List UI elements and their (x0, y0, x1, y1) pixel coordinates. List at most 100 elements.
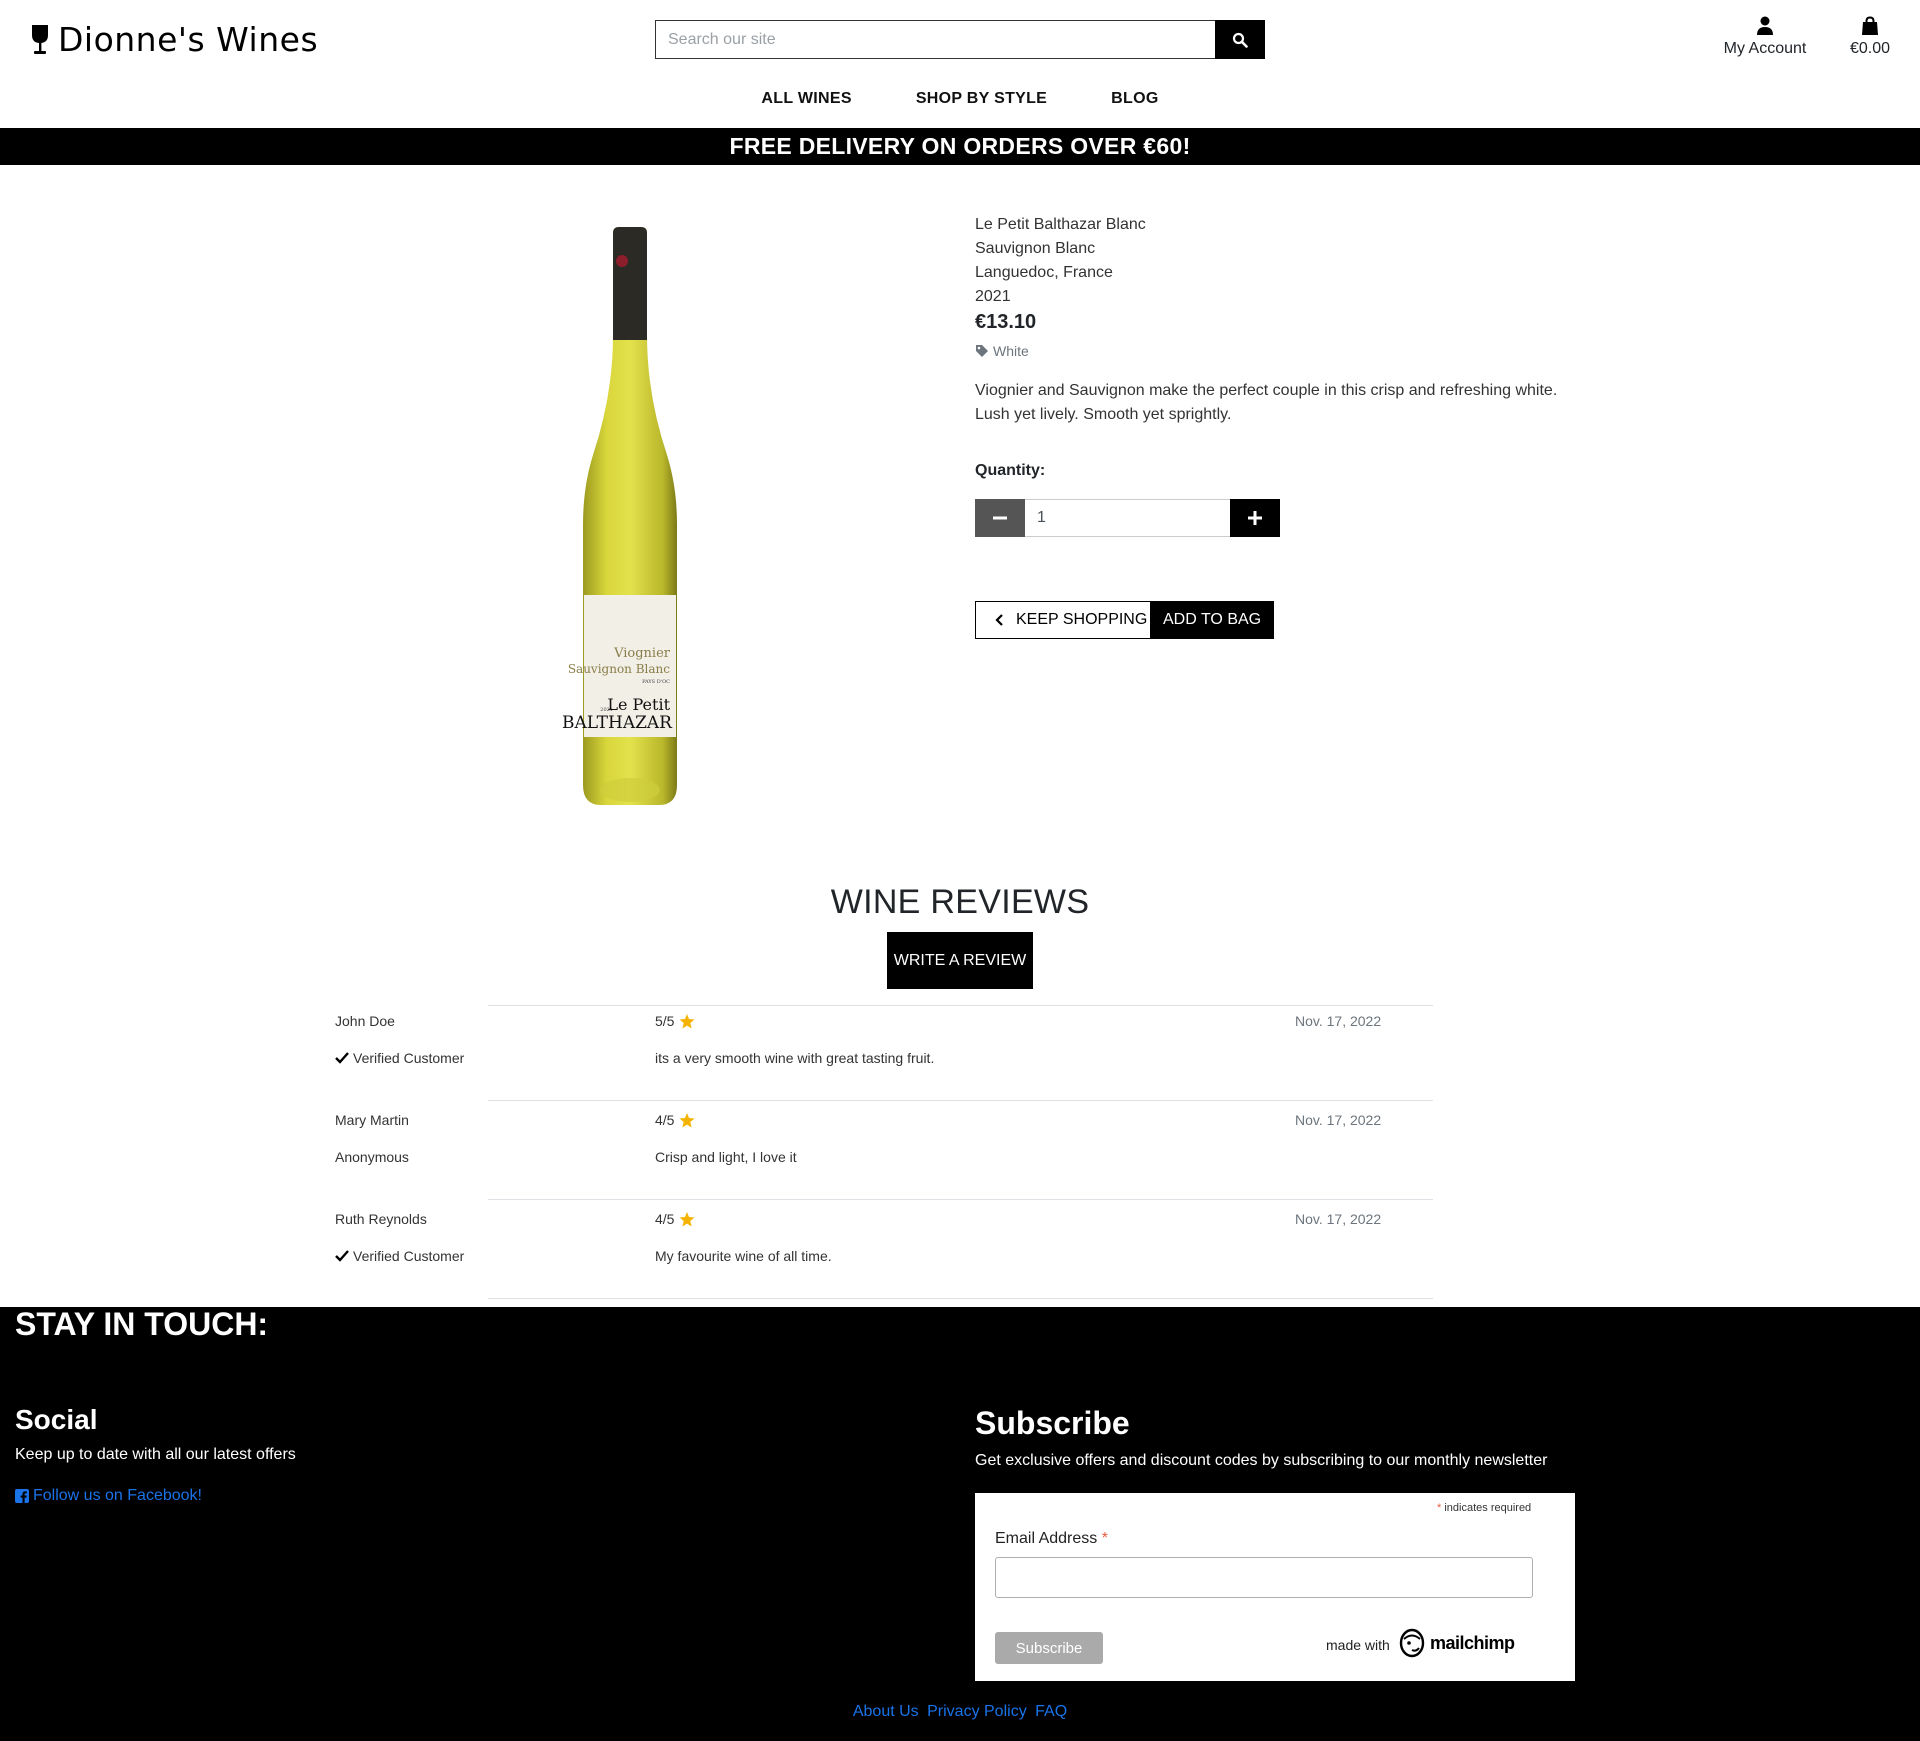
reviewer-name: Mary Martin (335, 1112, 409, 1128)
faq-link[interactable]: FAQ (1035, 1703, 1067, 1720)
shopping-bag-icon (1862, 16, 1878, 35)
reviewer-name: John Doe (335, 1013, 395, 1029)
email-field[interactable] (995, 1557, 1533, 1598)
email-label: Email Address * (995, 1530, 1108, 1548)
nav-all-wines[interactable]: ALL WINES (761, 90, 851, 108)
quantity-stepper: 1 (975, 499, 1280, 537)
label-text: PAYS D'OC (642, 679, 670, 685)
product-grape: Sauvignon Blanc (975, 240, 1096, 257)
email-label-text: Email Address (995, 1530, 1098, 1547)
bag-total: €0.00 (1849, 40, 1891, 57)
nav-shop-by-style[interactable]: SHOP BY STYLE (916, 90, 1047, 108)
product-year: 2021 (975, 288, 1011, 305)
star-icon (679, 1112, 695, 1127)
social-heading: Social (15, 1404, 98, 1435)
increment-button[interactable] (1230, 499, 1280, 537)
review-score-value: 5/5 (655, 1013, 675, 1029)
review-score: 5/5 (655, 1013, 695, 1029)
reviewer-status: Verified Customer (335, 1050, 464, 1066)
facebook-link[interactable]: Follow us on Facebook! (15, 1487, 202, 1505)
keep-shopping-label: KEEP SHOPPING (1016, 611, 1148, 628)
user-icon (1757, 16, 1773, 35)
quantity-label: Quantity: (975, 462, 1046, 479)
add-to-bag-button[interactable]: ADD TO BAG (1150, 601, 1275, 639)
review-date: Nov. 17, 2022 (1295, 1013, 1382, 1029)
mailchimp-icon (1399, 1628, 1425, 1658)
label-text: BALTHAZAR (562, 713, 673, 733)
required-asterisk: * (1437, 1502, 1442, 1514)
reviewer-name: Ruth Reynolds (335, 1211, 427, 1227)
review-score-value: 4/5 (655, 1211, 675, 1227)
review-date: Nov. 17, 2022 (1295, 1211, 1382, 1227)
keep-shopping-button[interactable]: KEEP SHOPPING (975, 601, 1161, 639)
site-logo[interactable]: Dionne's Wines (30, 20, 318, 59)
footer-title: STAY IN TOUCH: (15, 1306, 269, 1342)
review-score-value: 4/5 (655, 1112, 675, 1128)
social-subtext: Keep up to date with all our latest offe… (15, 1446, 296, 1463)
facebook-link-label: Follow us on Facebook! (33, 1487, 202, 1504)
reviewer-status: Anonymous (335, 1149, 409, 1165)
quantity-input[interactable]: 1 (1025, 499, 1230, 537)
product-price: €13.10 (975, 311, 1037, 333)
reviewer-status-label: Verified Customer (353, 1248, 465, 1264)
product-category[interactable]: White (975, 343, 1029, 359)
divider (488, 1100, 1433, 1101)
divider (488, 1199, 1433, 1200)
product-description: Viognier and Sauvignon make the perfect … (975, 379, 1595, 427)
check-icon (335, 1250, 349, 1262)
footer-links: About Us Privacy Policy FAQ (0, 1703, 1920, 1721)
facebook-icon (15, 1489, 29, 1503)
wine-glass-icon (32, 24, 48, 54)
search-form (655, 20, 1265, 59)
label-text: Le Petit (607, 695, 670, 714)
review-text: My favourite wine of all time. (655, 1248, 832, 1264)
mailchimp-logo[interactable]: mailchimp (1398, 1628, 1515, 1658)
subscribe-heading: Subscribe (975, 1405, 1130, 1441)
chevron-left-icon (995, 614, 1003, 626)
logo-text: Dionne's Wines (58, 20, 319, 59)
nav-blog[interactable]: BLOG (1111, 90, 1158, 108)
search-button[interactable] (1215, 20, 1265, 59)
decrement-button[interactable] (975, 499, 1025, 537)
reviewer-status-label: Verified Customer (353, 1050, 465, 1066)
product-region: Languedoc, France (975, 264, 1113, 281)
description-line: Lush yet lively. Smooth yet sprightly. (975, 406, 1232, 423)
product-image: Viognier Sauvignon Blanc PAYS D'OC 2021 … (562, 227, 677, 805)
main-nav: ALL WINES SHOP BY STYLE BLOG (0, 90, 1920, 108)
minus-icon (993, 516, 1007, 520)
shopping-bag-link[interactable]: €0.00 (1838, 16, 1902, 58)
mailchimp-wordmark: mailchimp (1430, 1632, 1515, 1653)
required-note: * indicates required (1437, 1502, 1531, 1514)
divider (488, 1298, 1433, 1299)
reviewer-status-label: Anonymous (335, 1149, 409, 1165)
search-input[interactable] (655, 20, 1215, 59)
star-icon (679, 1013, 695, 1028)
about-us-link[interactable]: About Us (853, 1703, 919, 1720)
review-score: 4/5 (655, 1211, 695, 1227)
subscribe-subtext: Get exclusive offers and discount codes … (975, 1452, 1548, 1469)
my-account-link[interactable]: My Account (1710, 16, 1820, 58)
review-text: its a very smooth wine with great tastin… (655, 1050, 935, 1066)
category-label: White (993, 343, 1029, 359)
tag-icon (976, 345, 988, 357)
plus-icon (1248, 511, 1262, 525)
search-icon (1232, 32, 1248, 48)
required-note-label: indicates required (1444, 1502, 1532, 1514)
required-asterisk: * (1101, 1530, 1108, 1547)
description-line: Viognier and Sauvignon make the perfect … (975, 382, 1558, 399)
divider (488, 1005, 1433, 1006)
star-icon (679, 1211, 695, 1226)
check-icon (335, 1052, 349, 1064)
write-review-button[interactable]: WRITE A REVIEW (887, 932, 1033, 989)
privacy-policy-link[interactable]: Privacy Policy (927, 1703, 1027, 1720)
review-date: Nov. 17, 2022 (1295, 1112, 1382, 1128)
review-text: Crisp and light, I love it (655, 1149, 797, 1165)
review-score: 4/5 (655, 1112, 695, 1128)
subscribe-button[interactable]: Subscribe (995, 1632, 1103, 1664)
my-account-label: My Account (1723, 40, 1807, 57)
delivery-banner: FREE DELIVERY ON ORDERS OVER €60! (0, 128, 1920, 165)
product-name: Le Petit Balthazar Blanc (975, 216, 1146, 233)
made-with-text: made with (1326, 1637, 1390, 1653)
reviews-title: WINE REVIEWS (830, 883, 1090, 921)
reviewer-status: Verified Customer (335, 1248, 464, 1264)
